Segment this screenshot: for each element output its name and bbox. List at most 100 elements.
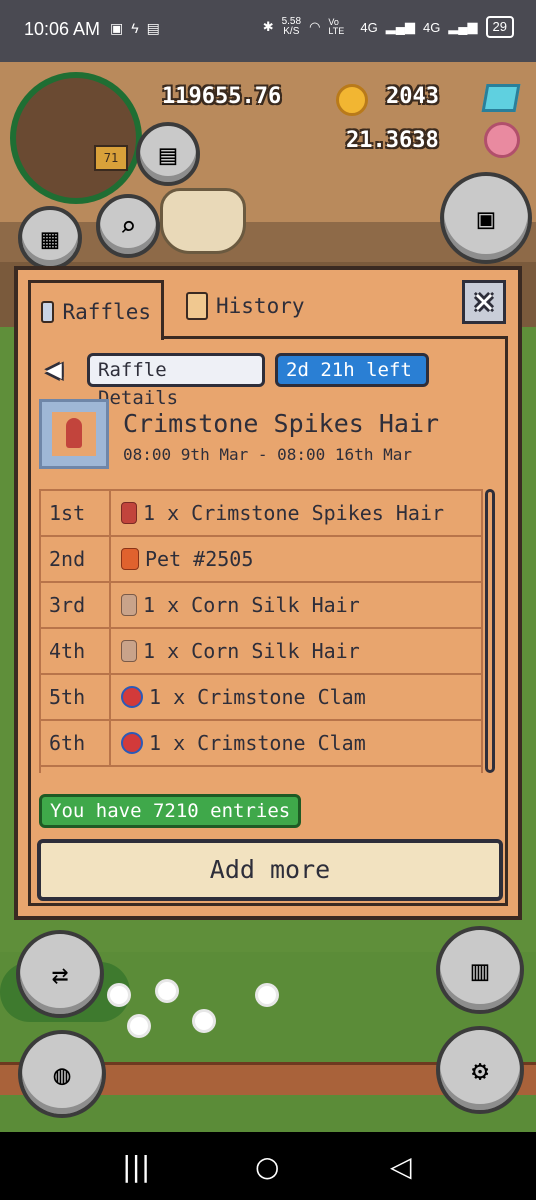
corn-silk-hair-icon bbox=[121, 594, 137, 616]
trade-arrows-icon: ⇄ bbox=[51, 957, 69, 991]
globe-icon: ◍ bbox=[53, 1057, 71, 1091]
place-cell: 4th bbox=[41, 629, 111, 673]
prize-text: 1 x Crimstone Clam bbox=[149, 685, 366, 709]
signal-4g-1: 4G bbox=[360, 19, 378, 35]
place-cell: 3rd bbox=[41, 583, 111, 627]
magnifier-icon: ⌕ bbox=[119, 209, 137, 243]
flower-token-icon bbox=[484, 122, 520, 158]
battery-indicator: 29 bbox=[485, 16, 514, 38]
crimstone-hair-icon bbox=[52, 412, 96, 456]
calendar-icon: ▤ bbox=[146, 20, 160, 36]
prize-text: 1 x Corn Silk Hair bbox=[143, 593, 360, 617]
prize-cell: 1 x Crimstone Clam bbox=[111, 675, 481, 719]
place-cell: 5th bbox=[41, 675, 111, 719]
close-button[interactable]: ✕ bbox=[462, 280, 506, 324]
corn-silk-hair-icon bbox=[121, 640, 137, 662]
shopping-bag-icon: ▣ bbox=[110, 20, 124, 36]
prize-cell: 1 x Crimstone Spikes Hair bbox=[111, 491, 481, 535]
table-row: 2nd Pet #2505 bbox=[41, 537, 481, 583]
inventory-button[interactable]: ▣ bbox=[440, 172, 532, 264]
prize-text: 1 x Crimstone Spikes Hair bbox=[143, 501, 445, 525]
spikes-hair-icon bbox=[121, 502, 137, 524]
gear-icon: ⚙ bbox=[471, 1053, 489, 1087]
save-button[interactable]: ▥ bbox=[436, 926, 524, 1014]
tab-raffles[interactable]: Raffles bbox=[28, 280, 164, 340]
book-icon: ▤ bbox=[159, 137, 177, 171]
prize-table[interactable]: 1st 1 x Crimstone Spikes Hair 2nd Pet #2… bbox=[39, 489, 483, 773]
table-row: 6th 1 x Crimstone Clam bbox=[41, 721, 481, 767]
flower-decoration bbox=[158, 982, 176, 1000]
back-icon[interactable]: ◁ bbox=[390, 1150, 412, 1183]
table-row: 4th 1 x Corn Silk Hair bbox=[41, 629, 481, 675]
system-icons: ✱ 5.58 K/S ◠ Vo LTE 4G ▂▄▆ 4G ▂▄▆ 29 bbox=[263, 16, 514, 38]
net-speed: 5.58 K/S bbox=[282, 17, 301, 37]
raffle-modal: Raffles History ✕ ◀ Raffle Details 2d 21… bbox=[14, 266, 522, 920]
wifi-icon: ◠ bbox=[309, 19, 321, 34]
signal-bars-icon: ▂▄▆ bbox=[385, 19, 415, 34]
calendar-icon: ▦ bbox=[41, 221, 59, 255]
volte-label: Vo LTE bbox=[328, 17, 345, 36]
table-row: 5th 1 x Crimstone Clam bbox=[41, 675, 481, 721]
gem-icon[interactable] bbox=[481, 84, 521, 112]
raffle-details-panel: ◀ Raffle Details 2d 21h left Crimstone S… bbox=[28, 336, 508, 906]
prize-title: Crimstone Spikes Hair bbox=[123, 409, 440, 438]
notification-icons: ▣ ϟ ▤ bbox=[110, 20, 160, 37]
table-row: 1st 1 x Crimstone Spikes Hair bbox=[41, 491, 481, 537]
coin-balance: 119655.76 bbox=[162, 84, 282, 109]
table-scrollbar[interactable] bbox=[485, 489, 495, 773]
scroll-icon bbox=[186, 292, 208, 320]
time-left-badge: 2d 21h left bbox=[275, 353, 429, 387]
flower-decoration bbox=[195, 1012, 213, 1030]
raffle-details-label: Raffle Details bbox=[87, 353, 265, 409]
add-more-button[interactable]: Add more bbox=[37, 839, 503, 901]
flower-balance: 21.3638 bbox=[346, 128, 439, 153]
place-cell: 2nd bbox=[41, 537, 111, 581]
world-button[interactable]: ◍ bbox=[18, 1030, 106, 1118]
close-icon: ✕ bbox=[473, 281, 495, 321]
prize-cell: 1 x Corn Silk Hair bbox=[111, 583, 481, 627]
flower-decoration bbox=[130, 1017, 148, 1035]
search-button[interactable]: ⌕ bbox=[96, 194, 160, 258]
place-cell: 1st bbox=[41, 491, 111, 535]
calendar-button[interactable]: ▦ bbox=[18, 206, 82, 270]
recents-icon[interactable]: ||| bbox=[122, 1150, 150, 1183]
signal-4g-2: 4G bbox=[422, 19, 441, 35]
raffle-dates: 08:00 9th Mar - 08:00 16th Mar bbox=[123, 445, 412, 464]
bull-skull-decoration bbox=[160, 188, 246, 254]
prize-cell: 1 x Corn Silk Hair bbox=[111, 629, 481, 673]
bolt-icon: ϟ bbox=[131, 20, 139, 36]
prize-text: 1 x Crimstone Clam bbox=[149, 731, 366, 755]
chest-icon: ▣ bbox=[477, 201, 495, 235]
book-timer-button[interactable]: ▤ bbox=[136, 122, 200, 186]
trade-button[interactable]: ⇄ bbox=[16, 930, 104, 1018]
prize-cell: 1 x Crimstone Clam bbox=[111, 721, 481, 765]
bluetooth-icon: ✱ bbox=[262, 19, 274, 34]
clam-icon bbox=[121, 686, 143, 708]
prize-thumbnail bbox=[39, 399, 109, 469]
navigation-bar: ||| ○ ◁ bbox=[0, 1132, 536, 1200]
prize-text: Pet #2505 bbox=[145, 547, 254, 571]
tab-history-label: History bbox=[216, 294, 305, 318]
player-avatar[interactable] bbox=[10, 72, 142, 204]
prize-cell: Pet #2505 bbox=[111, 537, 481, 581]
clam-icon bbox=[121, 732, 143, 754]
clock: 10:06 AM bbox=[24, 19, 101, 39]
level-badge: 71 bbox=[94, 145, 128, 171]
entries-badge: You have 7210 entries bbox=[39, 794, 302, 828]
tab-raffles-label: Raffles bbox=[62, 299, 151, 324]
table-row: 3rd 1 x Corn Silk Hair bbox=[41, 583, 481, 629]
place-cell: 6th bbox=[41, 721, 111, 765]
home-icon[interactable]: ○ bbox=[255, 1150, 279, 1183]
prize-text: 1 x Corn Silk Hair bbox=[143, 639, 360, 663]
coin-icon bbox=[336, 84, 368, 116]
flower-decoration bbox=[258, 986, 276, 1004]
ticket-icon bbox=[41, 300, 55, 323]
settings-button[interactable]: ⚙ bbox=[436, 1026, 524, 1114]
gem-balance: 2043 bbox=[386, 84, 439, 109]
status-bar: 10:06 AM ▣ ϟ ▤ ✱ 5.58 K/S ◠ Vo LTE 4G ▂▄… bbox=[0, 0, 536, 62]
signal-bars-icon: ▂▄▆ bbox=[448, 19, 478, 34]
tab-history[interactable]: History bbox=[176, 280, 326, 332]
back-arrow-icon[interactable]: ◀ bbox=[39, 355, 69, 385]
net-speed-unit: K/S bbox=[283, 26, 300, 37]
pet-icon bbox=[121, 548, 139, 570]
